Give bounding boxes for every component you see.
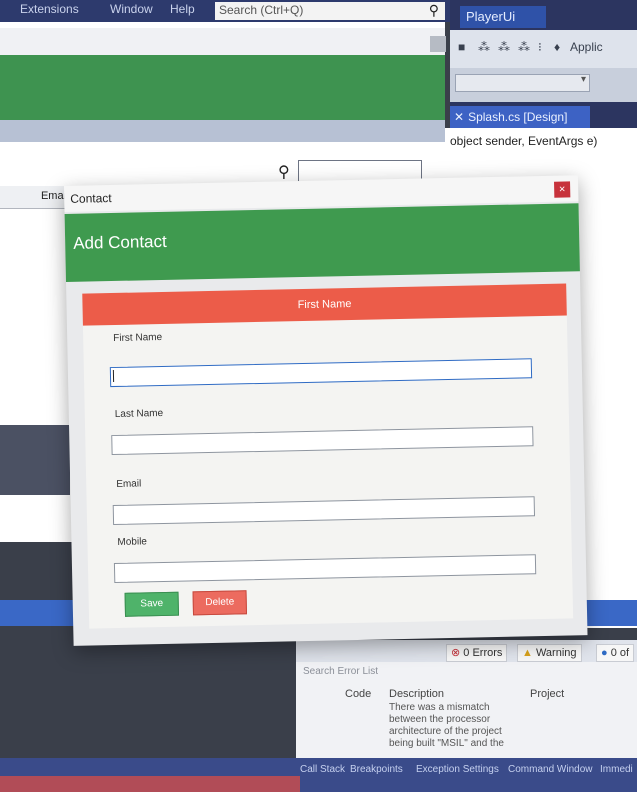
warnings-filter-label: Warning <box>535 647 577 659</box>
tab-immediate[interactable]: Immedi <box>600 764 633 775</box>
error-icon: ⊗ <box>451 647 461 659</box>
mobile-label: Mobile <box>117 536 148 548</box>
messages-filter-label: 0 of <box>610 647 630 659</box>
tab-splash-design[interactable]: ✕ Splash.cs [Design] <box>450 106 590 128</box>
messages-filter[interactable]: ● 0 of <box>596 644 635 662</box>
column-header-label: Emai <box>40 190 66 202</box>
warnings-filter[interactable]: ▲ Warning <box>517 644 582 662</box>
toolbar-icon-1[interactable]: ⁂ <box>478 40 490 54</box>
contact-dialog: Contact × Add Contact First Name First N… <box>64 175 588 646</box>
contact-form: First Name First Name Last Name Email Mo… <box>82 283 574 629</box>
column-project[interactable]: Project <box>530 688 564 700</box>
last-name-label: Last Name <box>114 407 164 420</box>
first-name-label: First Name <box>113 331 163 345</box>
column-code[interactable]: Code <box>345 688 371 700</box>
toolbar-dropdown-icon[interactable]: ⁝ <box>538 40 542 54</box>
errors-filter[interactable]: ⊗ 0 Errors <box>446 644 508 662</box>
solution-name[interactable]: PlayerUi <box>460 6 546 28</box>
column-description[interactable]: Description <box>389 688 444 700</box>
vs-toolbar: ■ ⁂ ⁂ ⁂ ⁝ ♦ Applic <box>450 30 637 70</box>
warning-icon: ▲ <box>522 647 533 659</box>
search-icon: ⚲ <box>278 164 290 181</box>
tab-exception-settings[interactable]: Exception Settings <box>416 764 499 775</box>
dialog-title: Contact <box>70 191 112 206</box>
email-input[interactable] <box>112 496 536 526</box>
main-window-toolbar <box>0 120 445 142</box>
vs-search-placeholder: Search (Ctrl+Q) <box>219 3 304 17</box>
toolbar-icon-3[interactable]: ⁂ <box>518 40 530 54</box>
tab-splash-label: Splash.cs [Design] <box>468 110 568 124</box>
toolbar-app-label[interactable]: Applic <box>570 40 603 54</box>
info-icon: ● <box>601 647 608 659</box>
save-button[interactable]: Save <box>124 591 180 617</box>
error-list-search[interactable]: Search Error List <box>303 666 378 677</box>
delete-button[interactable]: Delete <box>192 590 248 616</box>
menu-window[interactable]: Window <box>110 2 153 16</box>
toolbar-icon-2[interactable]: ⁂ <box>498 40 510 54</box>
main-window-dark-panel <box>0 425 70 495</box>
close-icon[interactable]: ✕ <box>454 110 464 124</box>
form-banner: First Name <box>82 283 567 326</box>
menu-extensions[interactable]: Extensions <box>20 2 79 16</box>
page-title: Add Contact <box>73 231 167 253</box>
main-window-titlebar <box>0 28 445 56</box>
pin-icon[interactable]: ♦ <box>554 40 560 54</box>
menu-help[interactable]: Help <box>170 2 195 16</box>
bookmark-icon[interactable]: ■ <box>458 40 465 54</box>
vs-search-box[interactable]: Search (Ctrl+Q) ⚲ <box>215 2 445 20</box>
tab-breakpoints[interactable]: Breakpoints <box>350 764 403 775</box>
main-window-header <box>0 55 445 120</box>
tab-call-stack[interactable]: Call Stack <box>300 764 345 775</box>
dialog-header: Add Contact <box>64 203 580 282</box>
column-header-email[interactable]: Emai <box>0 186 70 209</box>
status-strip <box>0 776 300 792</box>
tab-command-window[interactable]: Command Window <box>508 764 592 775</box>
last-name-input[interactable] <box>111 426 534 456</box>
mobile-input[interactable] <box>113 554 537 584</box>
main-window-close-button[interactable] <box>430 36 446 52</box>
code-line: object sender, EventArgs e) <box>450 134 598 148</box>
errors-filter-label: 0 Errors <box>463 647 503 659</box>
email-label: Email <box>116 478 142 490</box>
close-button[interactable]: × <box>554 181 571 198</box>
first-name-input[interactable] <box>109 358 533 388</box>
search-icon: ⚲ <box>428 2 439 18</box>
vs-combo-box[interactable]: ▾ <box>455 74 590 92</box>
chevron-down-icon: ▾ <box>580 74 586 85</box>
error-row-description[interactable]: There was a mismatch between the process… <box>389 702 509 750</box>
